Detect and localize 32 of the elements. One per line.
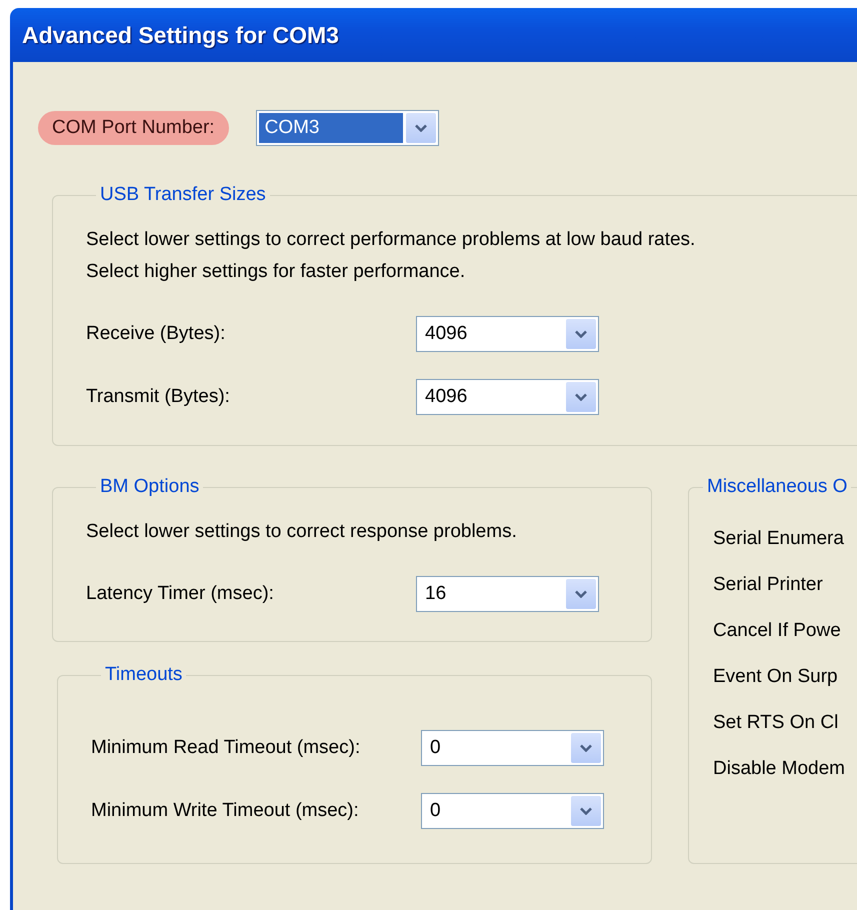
chevron-down-icon [575, 590, 587, 598]
option-label: Disable Modem [713, 757, 846, 781]
group-title: Timeouts [104, 664, 184, 686]
option-label: Serial Enumera [713, 527, 845, 551]
group-title: Miscellaneous O [706, 476, 848, 498]
port-label: COM Port Number: [38, 111, 229, 145]
dropdown[interactable]: 0 [421, 730, 604, 766]
description-text: Select lower settings to correct performance problems at low baud rates. [86, 228, 696, 252]
dropdown[interactable]: 16 [416, 576, 599, 612]
chevron-down-icon [580, 744, 592, 752]
group-title: BM Options [99, 476, 200, 498]
field-label: Transmit (Bytes): [86, 386, 231, 408]
dropdown[interactable]: COM3 [256, 110, 439, 146]
description-text: Select higher settings for faster performance. [86, 260, 466, 284]
description-text: Select lower settings to correct response problems. [86, 520, 518, 544]
dropdown[interactable]: 4096 [416, 316, 599, 352]
window-title: Advanced Settings for COM3 [10, 8, 857, 62]
chevron-down-icon [580, 806, 592, 814]
option-label: Event On Surp [713, 665, 839, 689]
field-label: Latency Timer (msec): [86, 582, 275, 604]
field-label: Receive (Bytes): [86, 322, 226, 344]
option-label: Cancel If Powe [713, 619, 842, 643]
chevron-down-icon [414, 124, 427, 132]
option-label: Serial Printer [713, 573, 824, 597]
field-label: Minimum Read Timeout (msec): [91, 736, 362, 758]
option-label: Set RTS On Cl [713, 711, 840, 735]
chevron-down-icon [575, 330, 587, 338]
field-label: Minimum Write Timeout (msec): [91, 800, 360, 822]
dropdown[interactable]: 0 [421, 792, 604, 828]
dropdown[interactable]: 4096 [416, 378, 599, 414]
group-title: USB Transfer Sizes [99, 184, 267, 206]
chevron-down-icon [575, 392, 587, 400]
